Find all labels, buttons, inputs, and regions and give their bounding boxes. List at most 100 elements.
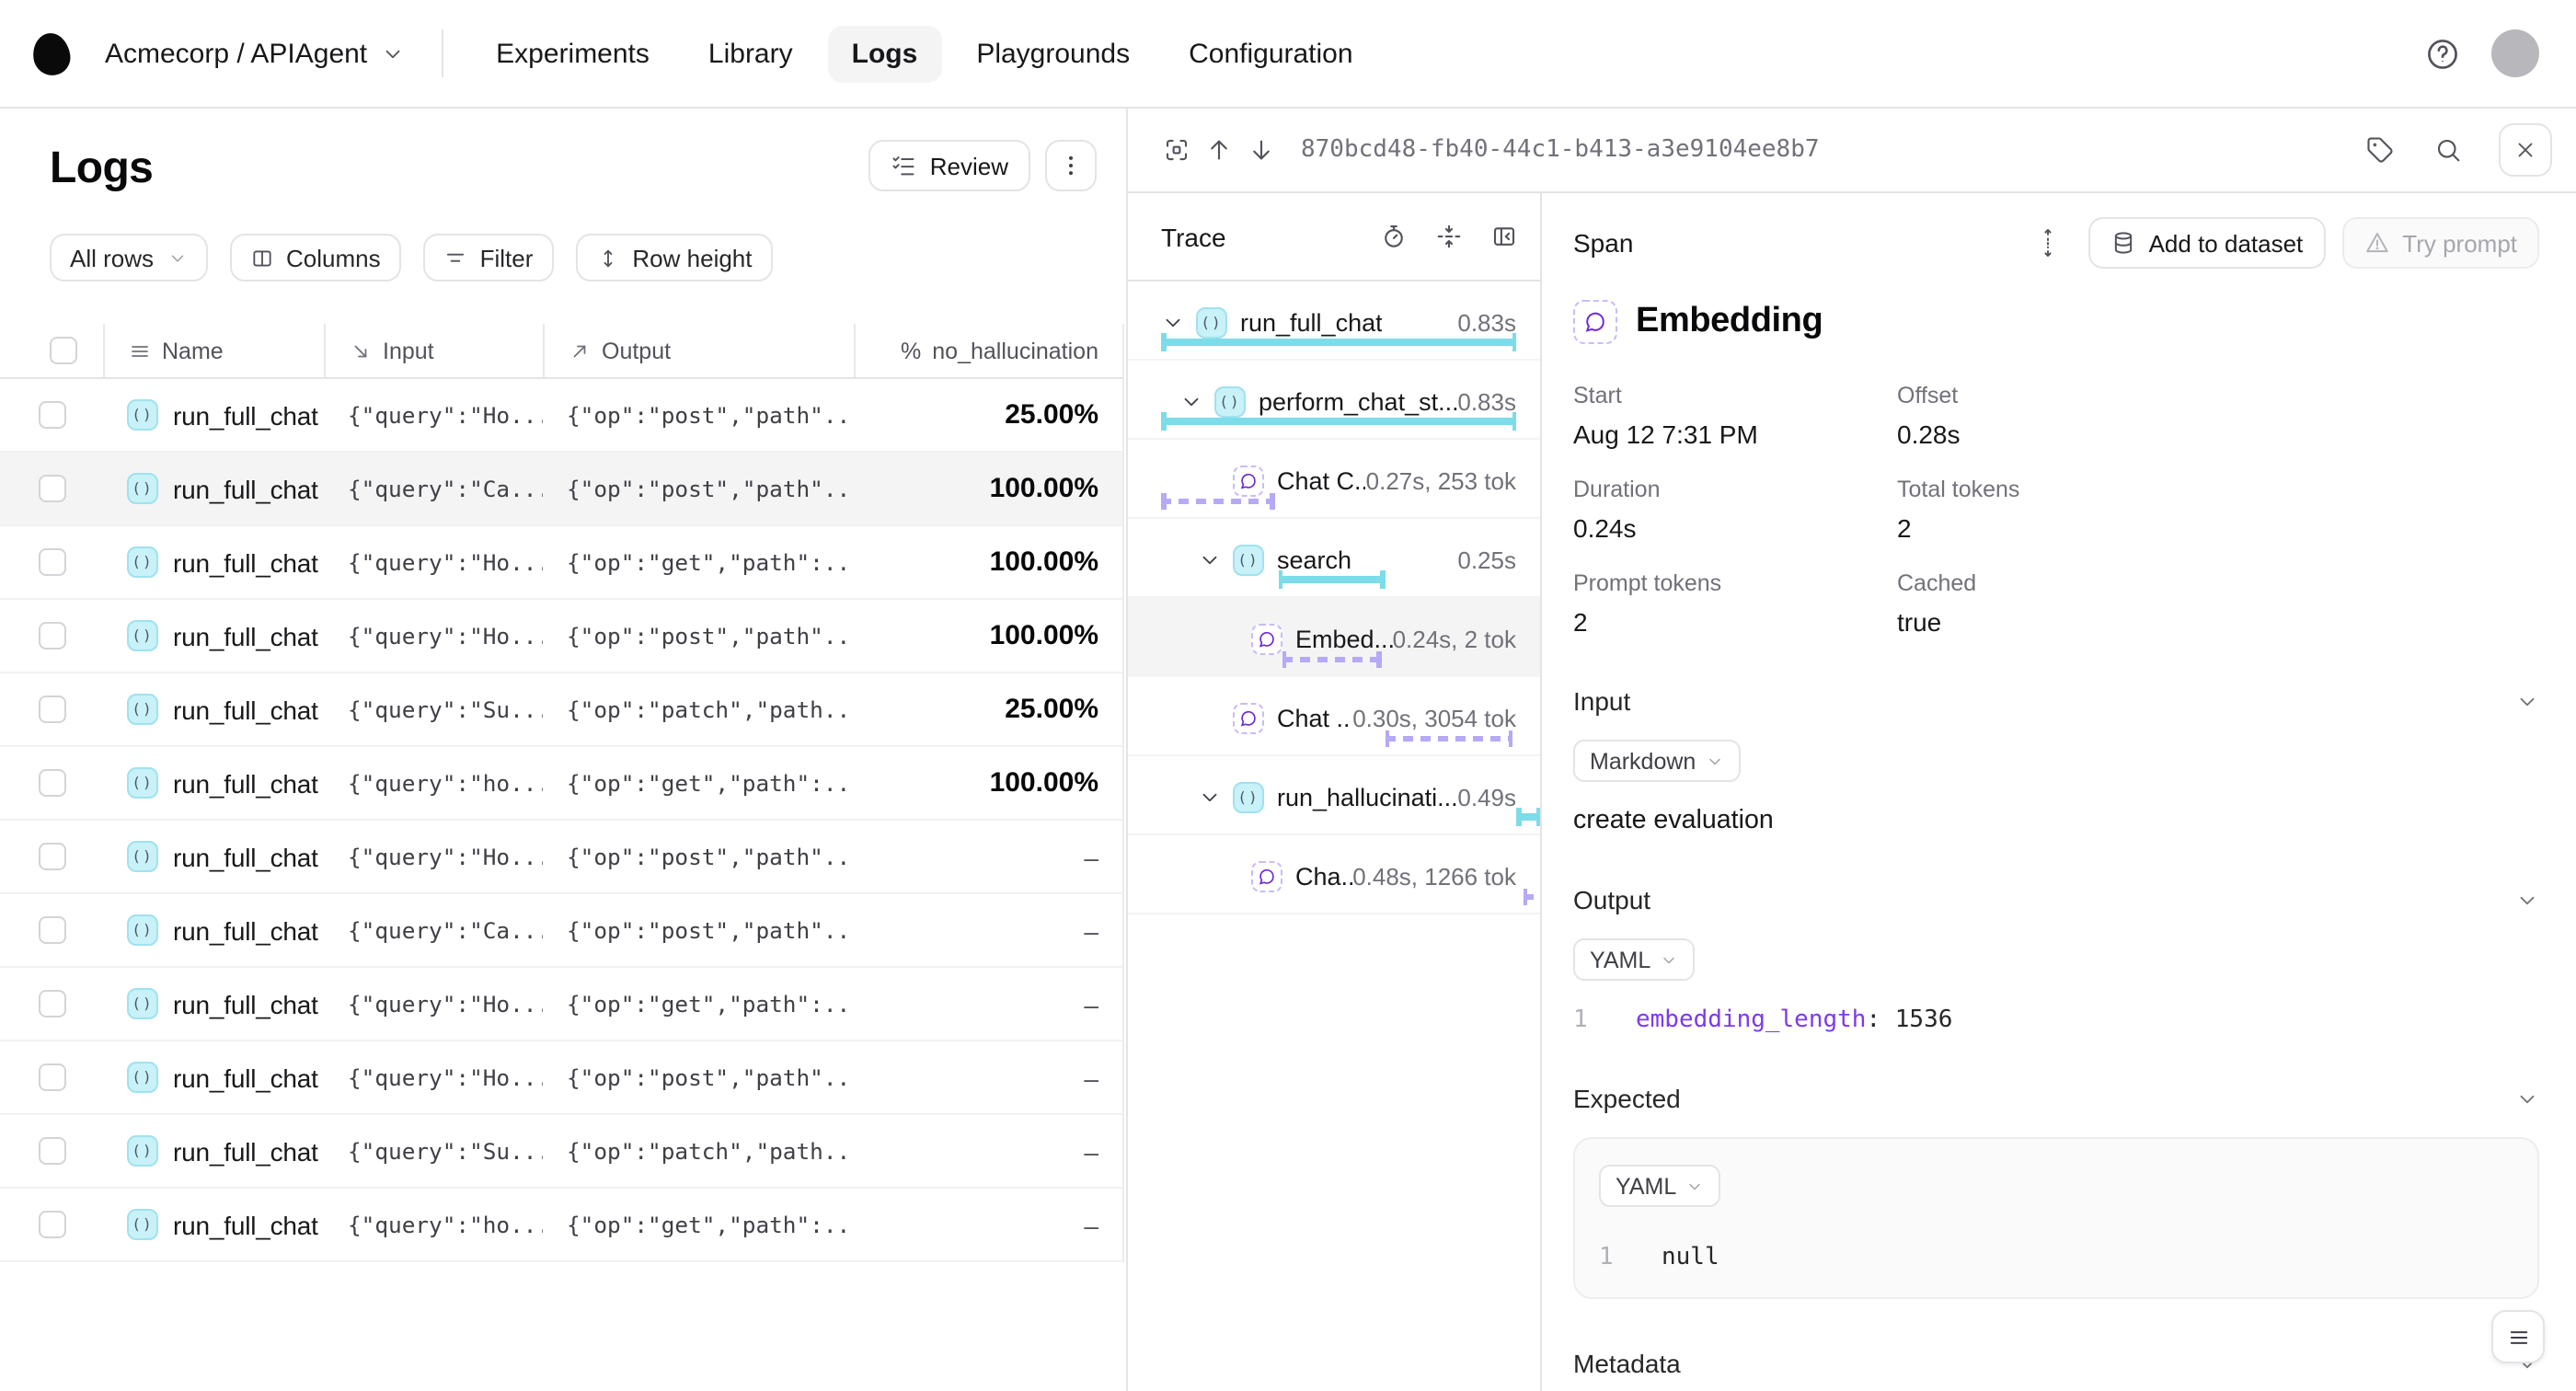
- row-checkbox[interactable]: [38, 1211, 65, 1238]
- collapse-panel-icon[interactable]: [1490, 223, 1518, 250]
- row-name: run_full_chat: [173, 915, 318, 945]
- chevron-down-icon[interactable]: [2515, 1086, 2539, 1110]
- span-panel-title: Span: [1573, 228, 1633, 258]
- timeline-track: [1161, 570, 1516, 589]
- more-options-button[interactable]: [1045, 140, 1097, 191]
- row-output: {"op":"get","path":...: [543, 770, 854, 796]
- row-checkbox[interactable]: [38, 990, 65, 1017]
- table-row[interactable]: ()run_full_chat {"query":"Ca... {"op":"p…: [0, 453, 1122, 526]
- row-checkbox[interactable]: [38, 916, 65, 944]
- brand-logo-icon[interactable]: [30, 29, 73, 76]
- chevron-down-icon[interactable]: [1198, 547, 1222, 571]
- select-all-checkbox[interactable]: [50, 337, 77, 364]
- chevron-down-icon: [1685, 1177, 1704, 1195]
- table-row[interactable]: ()run_full_chat {"query":"ho... {"op":"g…: [0, 747, 1122, 821]
- field-label: Offset: [1897, 383, 2539, 408]
- chevron-down-icon[interactable]: [1179, 389, 1203, 413]
- row-height-button[interactable]: Row height: [575, 234, 772, 282]
- row-checkbox[interactable]: [38, 548, 65, 576]
- add-to-dataset-button[interactable]: Add to dataset: [2088, 217, 2326, 269]
- trace-span-row[interactable]: () perform_chat_st... 0.83s: [1128, 361, 1540, 440]
- row-output: {"op":"post","path"...: [543, 844, 854, 869]
- chevron-down-icon[interactable]: [1161, 310, 1185, 334]
- timeline-bar: [1278, 576, 1385, 583]
- logs-panel: Logs Review All rows: [0, 109, 1128, 1391]
- chevron-down-icon[interactable]: [2515, 689, 2539, 713]
- expected-format-select[interactable]: YAML: [1599, 1165, 1720, 1207]
- try-prompt-label: Try prompt: [2402, 229, 2517, 257]
- tab-library[interactable]: Library: [684, 25, 817, 82]
- trace-span-row[interactable]: () search 0.25s: [1128, 519, 1540, 598]
- row-score: –: [854, 989, 1122, 1018]
- next-row-icon[interactable]: [1240, 129, 1282, 171]
- tab-experiments[interactable]: Experiments: [472, 25, 673, 82]
- logs-table: Name Input Output % no_hallucination: [0, 324, 1124, 1262]
- row-checkbox[interactable]: [38, 475, 65, 502]
- table-row[interactable]: ()run_full_chat {"query":"Su... {"op":"p…: [0, 1115, 1122, 1189]
- row-output: {"op":"patch","path...: [543, 1138, 854, 1164]
- text-lines-icon: [129, 339, 151, 362]
- tab-logs[interactable]: Logs: [828, 25, 942, 82]
- search-icon[interactable]: [2427, 129, 2469, 171]
- collapse-all-icon[interactable]: [1435, 223, 1463, 250]
- trace-span-row[interactable]: () run_hallucinati... 0.49s: [1128, 756, 1540, 835]
- timeline-bar: [1385, 735, 1512, 741]
- trace-span-row[interactable]: Chat ... 0.30s, 3054 tok: [1128, 677, 1540, 756]
- checklist-icon: [891, 153, 917, 178]
- review-button[interactable]: Review: [869, 140, 1030, 191]
- table-row[interactable]: ()run_full_chat {"query":"Ho... {"op":"p…: [0, 1041, 1122, 1115]
- row-checkbox[interactable]: [38, 1137, 65, 1165]
- row-input: {"query":"Ho...: [324, 549, 543, 575]
- row-checkbox[interactable]: [38, 769, 65, 797]
- table-row[interactable]: ()run_full_chat {"query":"Ho... {"op":"g…: [0, 526, 1122, 600]
- row-checkbox[interactable]: [38, 622, 65, 650]
- trace-span-row[interactable]: Chat C... 0.27s, 253 tok: [1128, 440, 1540, 519]
- field-value: 0.28s: [1897, 420, 2539, 449]
- tab-playgrounds[interactable]: Playgrounds: [952, 25, 1154, 82]
- close-button[interactable]: [2499, 123, 2552, 177]
- row-name: run_full_chat: [173, 1063, 318, 1092]
- column-header-name[interactable]: Name: [103, 324, 324, 377]
- focus-trace-icon[interactable]: [1156, 129, 1198, 171]
- table-row[interactable]: ()run_full_chat {"query":"Ho... {"op":"g…: [0, 968, 1122, 1041]
- prev-row-icon[interactable]: [1198, 129, 1240, 171]
- help-icon[interactable]: [2425, 36, 2460, 71]
- tab-configuration[interactable]: Configuration: [1165, 25, 1376, 82]
- table-row[interactable]: ()run_full_chat {"query":"Su... {"op":"p…: [0, 673, 1122, 747]
- toc-menu-button[interactable]: [2491, 1310, 2545, 1363]
- row-checkbox[interactable]: [38, 1063, 65, 1091]
- column-header-input[interactable]: Input: [324, 324, 543, 377]
- row-checkbox[interactable]: [38, 843, 65, 870]
- resize-vertical-icon[interactable]: [2024, 224, 2072, 261]
- timing-icon[interactable]: [1380, 223, 1408, 250]
- output-format-select[interactable]: YAML: [1573, 938, 1695, 981]
- chevron-down-icon[interactable]: [1198, 785, 1222, 809]
- tag-icon[interactable]: [2359, 129, 2401, 171]
- trace-span-row[interactable]: Embed... 0.24s, 2 tok: [1128, 598, 1540, 677]
- try-prompt-button[interactable]: Try prompt: [2341, 217, 2539, 269]
- project-switcher[interactable]: Acmecorp / APIAgent: [105, 38, 404, 69]
- function-icon: (): [127, 620, 158, 651]
- row-input: {"query":"Su...: [324, 696, 543, 722]
- table-row[interactable]: ()run_full_chat {"query":"Ho... {"op":"p…: [0, 821, 1122, 894]
- table-row[interactable]: ()run_full_chat {"query":"Ho... {"op":"p…: [0, 600, 1122, 673]
- chevron-down-icon[interactable]: [2515, 888, 2539, 912]
- input-format-select[interactable]: Markdown: [1573, 740, 1740, 782]
- trace-span-row[interactable]: Cha... 0.48s, 1266 tok: [1128, 835, 1540, 914]
- table-row[interactable]: ()run_full_chat {"query":"Ho... {"op":"p…: [0, 379, 1122, 453]
- column-header-score[interactable]: % no_hallucination: [854, 324, 1122, 377]
- table-row[interactable]: ()run_full_chat {"query":"ho... {"op":"g…: [0, 1189, 1122, 1262]
- columns-button[interactable]: Columns: [229, 234, 401, 282]
- row-checkbox[interactable]: [38, 696, 65, 723]
- trace-span-row[interactable]: () run_full_chat 0.83s: [1128, 282, 1540, 361]
- column-header-output[interactable]: Output: [543, 324, 854, 377]
- row-checkbox[interactable]: [38, 401, 65, 429]
- filter-button[interactable]: Filter: [423, 234, 554, 282]
- span-metadata-grid: StartAug 12 7:31 PM Offset0.28s Duration…: [1573, 383, 2539, 637]
- span-duration: 0.25s: [1457, 546, 1540, 573]
- columns-label: Columns: [286, 244, 381, 271]
- table-row[interactable]: ()run_full_chat {"query":"Ca... {"op":"p…: [0, 894, 1122, 968]
- rows-filter-button[interactable]: All rows: [50, 234, 207, 282]
- avatar[interactable]: [2491, 29, 2539, 77]
- table-toolbar: All rows Columns Filter Row height: [0, 195, 1126, 282]
